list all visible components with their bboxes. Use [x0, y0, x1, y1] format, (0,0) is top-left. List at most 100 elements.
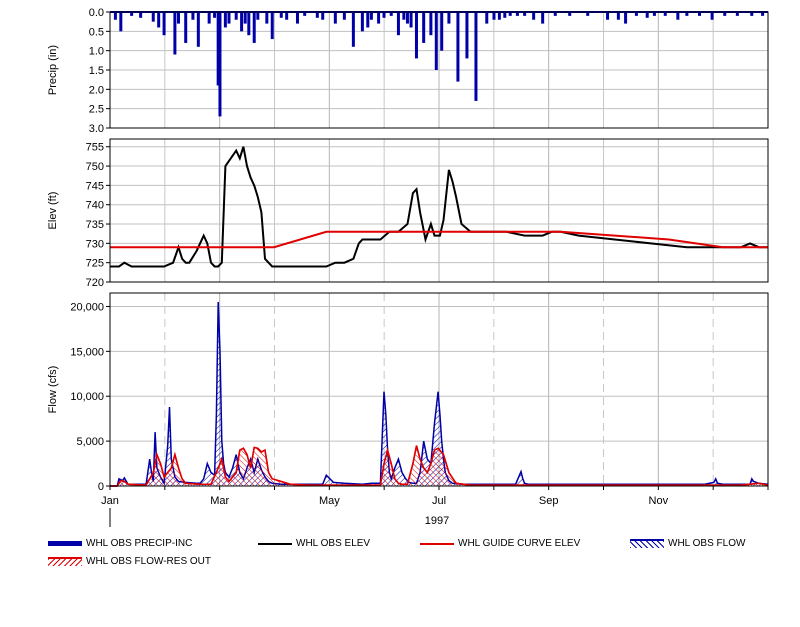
legend-swatch: [48, 557, 82, 566]
precip-bar: [456, 12, 460, 82]
precip-bar: [616, 12, 620, 20]
y-tick-label: 0: [98, 481, 104, 493]
legend-item: WHL GUIDE CURVE ELEV: [420, 538, 580, 549]
precip-bar: [710, 12, 714, 20]
precip-bar: [366, 12, 370, 28]
precip-bar: [409, 12, 413, 28]
precip-bar: [606, 12, 610, 20]
precip-bar: [270, 12, 274, 40]
legend-label: WHL OBS FLOW: [668, 538, 746, 549]
y-tick-label: 730: [86, 238, 104, 250]
legend-swatch: [420, 542, 454, 545]
x-tick-label: Jan: [101, 495, 119, 507]
y-tick-label: 755: [86, 142, 104, 154]
precip-bar: [173, 12, 177, 55]
x-tick-label: Jul: [432, 495, 446, 507]
y-axis-label: Precip (in): [47, 45, 59, 95]
precip-bar: [157, 12, 161, 28]
precip-bar: [422, 12, 426, 43]
precip-bar: [184, 12, 188, 43]
legend: WHL OBS PRECIP-INC WHL OBS ELEV WHL GUIDE …: [0, 536, 800, 576]
legend-label: WHL OBS ELEV: [296, 538, 371, 549]
precip-bar: [624, 12, 628, 24]
precip-bar: [234, 12, 238, 20]
precip-bar: [676, 12, 680, 20]
legend-item: WHL OBS ELEV: [258, 538, 370, 549]
legend-swatch: [48, 541, 82, 546]
precip-bar: [196, 12, 200, 47]
precip-bar: [151, 12, 155, 22]
precip-bar: [243, 12, 247, 24]
precip-bar: [265, 12, 269, 24]
precip-bar: [429, 12, 433, 36]
precip-bar: [485, 12, 489, 24]
precip-bar: [240, 12, 244, 32]
precip-bar: [162, 12, 166, 36]
precip-bar: [405, 12, 409, 24]
precip-bar: [218, 12, 222, 117]
y-axis-label: Flow (cfs): [47, 366, 59, 414]
panel-elev: 720 725 730 735 740 745 750 755 Elev (ft): [47, 138, 769, 289]
legend-swatch: [630, 539, 664, 548]
panel-flow: 0 5,000 10,000 15,000 20,000 Flow (cfs): [47, 292, 769, 493]
y-tick-label: 0.5: [89, 26, 104, 38]
y-tick-label: 1.0: [89, 46, 104, 58]
y-tick-label: 1.5: [89, 65, 104, 77]
precip-bar: [285, 12, 289, 20]
legend-label: WHL OBS FLOW-RES OUT: [86, 556, 212, 567]
precip-bar: [492, 12, 496, 20]
y-tick-label: 725: [86, 258, 104, 270]
y-tick-label: 15,000: [70, 346, 104, 358]
legend-swatch: [258, 542, 292, 545]
y-tick-label: 20,000: [70, 301, 104, 313]
precip-bar: [321, 12, 325, 20]
precip-bar: [396, 12, 400, 36]
precip-bar: [360, 12, 364, 32]
precip-bar: [369, 12, 373, 20]
precip-bar: [447, 12, 451, 24]
precip-bar: [497, 12, 501, 20]
legend-item: WHL OBS FLOW-RES OUT: [48, 556, 211, 567]
y-tick-label: 2.0: [89, 84, 104, 96]
legend-item: WHL OBS PRECIP-INC: [48, 538, 192, 549]
precip-bar: [440, 12, 444, 51]
y-axis-label: Elev (ft): [47, 192, 59, 230]
y-tick-label: 745: [86, 180, 104, 192]
y-tick-label: 3.0: [89, 123, 104, 135]
y-tick-label: 0.0: [89, 7, 104, 19]
panel-precip: 0.0 0.5 1.0 1.5 2.0 2.5 3.0 Precip (in): [47, 7, 769, 135]
precip-bar: [252, 12, 256, 43]
precip-bar: [295, 12, 299, 24]
precip-bar: [113, 12, 117, 20]
legend-item: WHL OBS FLOW: [630, 538, 745, 549]
precip-bar: [256, 12, 260, 20]
precip-bar: [541, 12, 545, 24]
y-tick-label: 740: [86, 200, 104, 212]
precip-bar: [342, 12, 346, 20]
x-tick-label: May: [319, 495, 340, 507]
chart: 0.0 0.5 1.0 1.5 2.0 2.5 3.0 Precip (in) 720 725 73…: [47, 7, 769, 527]
y-tick-label: 10,000: [70, 391, 104, 403]
y-tick-label: 720: [86, 277, 104, 289]
y-tick-label: 750: [86, 161, 104, 173]
precip-bar: [532, 12, 536, 20]
precip-bar: [465, 12, 469, 59]
precip-bar: [377, 12, 381, 24]
precip-bar: [333, 12, 337, 24]
precip-bar: [191, 12, 195, 20]
precip-bar: [119, 12, 123, 32]
precip-bar: [247, 12, 251, 36]
legend-label: WHL OBS PRECIP-INC: [86, 538, 193, 549]
precip-bar: [351, 12, 355, 47]
x-tick-label: Mar: [210, 495, 229, 507]
y-tick-label: 5,000: [76, 436, 104, 448]
y-tick-label: 735: [86, 219, 104, 231]
precip-bar: [434, 12, 438, 70]
x-tick-label: Sep: [539, 495, 559, 507]
year-label: 1997: [425, 515, 449, 527]
y-tick-label: 2.5: [89, 104, 104, 116]
precip-bar: [402, 12, 406, 20]
x-tick-label: Nov: [649, 495, 669, 507]
precip-bar: [223, 12, 227, 28]
precip-bar: [177, 12, 181, 24]
